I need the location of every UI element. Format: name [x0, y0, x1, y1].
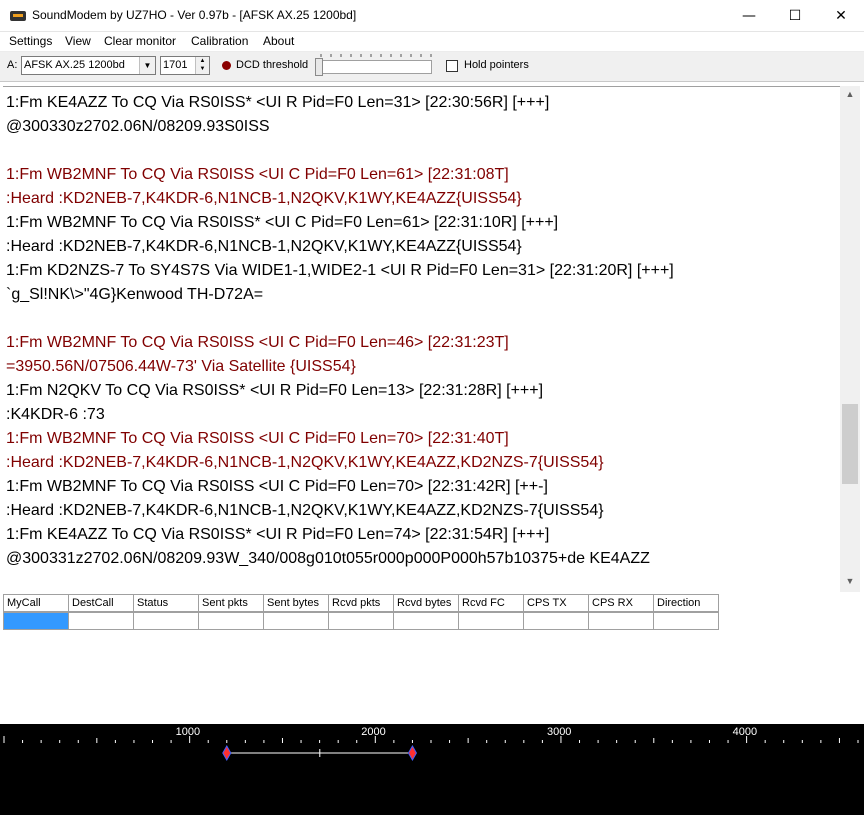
menu-clear-monitor[interactable]: Clear monitor — [104, 34, 176, 48]
waterfall-freq-label: 1000 — [175, 726, 201, 738]
table-cell[interactable] — [198, 612, 264, 630]
modem-mode-select[interactable]: AFSK AX.25 1200bd ▼ — [21, 56, 156, 75]
title-bar[interactable]: SoundModem by UZ7HO - Ver 0.97b - [AFSK … — [0, 0, 864, 32]
monitor-line: @300331z2702.06N/08209.93W_340/008g010t0… — [6, 550, 650, 567]
column-header-sent-bytes[interactable]: Sent bytes — [263, 594, 329, 612]
monitor-line: =3950.56N/07506.44W-73' Via Satellite {U… — [6, 358, 356, 375]
table-cell[interactable] — [458, 612, 524, 630]
monitor-line: 1:Fm KD2NZS-7 To SY4S7S Via WIDE1-1,WIDE… — [6, 262, 674, 279]
monitor-line — [6, 139, 836, 163]
monitor-line: :Heard :KD2NEB-7,K4KDR-6,N1NCB-1,N2QKV,K… — [6, 190, 522, 207]
dcd-threshold-slider-track[interactable] — [320, 60, 432, 74]
monitor-line: `g_Sl!NK\>"4G}Kenwood TH-D72A= — [6, 286, 264, 303]
column-header-destcall[interactable]: DestCall — [68, 594, 134, 612]
column-header-mycall[interactable]: MyCall — [3, 594, 69, 612]
table-cell[interactable] — [523, 612, 589, 630]
monitor-line: 1:Fm WB2MNF To CQ Via RS0ISS* <UI C Pid=… — [6, 214, 559, 231]
monitor-line: 1:Fm WB2MNF To CQ Via RS0ISS <UI C Pid=F… — [6, 166, 509, 183]
column-header-direction[interactable]: Direction — [653, 594, 719, 612]
menu-bar: Settings View Clear monitor Calibration … — [0, 32, 864, 52]
waterfall-display[interactable]: 1000 2000 3000 4000 — [0, 724, 864, 815]
modem-mode-value: AFSK AX.25 1200bd — [24, 59, 125, 71]
hold-pointers-label: Hold pointers — [464, 59, 529, 71]
waterfall-freq-label: 3000 — [546, 726, 572, 738]
monitor-line: 1:Fm N2QKV To CQ Via RS0ISS* <UI R Pid=F… — [6, 382, 544, 399]
table-cell[interactable] — [588, 612, 654, 630]
column-header-rcvd-fc[interactable]: Rcvd FC — [458, 594, 524, 612]
monitor-line: :Heard :KD2NEB-7,K4KDR-6,N1NCB-1,N2QKV,K… — [6, 502, 604, 519]
scroll-up-icon[interactable]: ▲ — [840, 86, 860, 103]
chevron-down-icon[interactable]: ▼ — [139, 57, 155, 74]
soundmodem-app-icon — [10, 11, 26, 21]
waterfall-freq-label: 2000 — [361, 726, 386, 738]
monitor-line: :K4KDR-6 :73 — [6, 406, 105, 423]
monitor-line: 1:Fm KE4AZZ To CQ Via RS0ISS* <UI R Pid=… — [6, 526, 550, 543]
menu-calibration[interactable]: Calibration — [191, 34, 248, 48]
window-title: SoundModem by UZ7HO - Ver 0.97b - [AFSK … — [32, 8, 357, 22]
monitor-line — [6, 307, 836, 331]
table-cell[interactable] — [328, 612, 394, 630]
center-freq-stepper[interactable]: 1701 ▲ ▼ — [160, 56, 210, 75]
monitor-line: 1:Fm WB2MNF To CQ Via RS0ISS <UI C Pid=F… — [6, 430, 509, 447]
space-tone-marker[interactable] — [407, 744, 418, 762]
dcd-threshold-label: DCD threshold — [236, 59, 309, 71]
monitor-line: 1:Fm WB2MNF To CQ Via RS0ISS <UI C Pid=F… — [6, 478, 548, 495]
monitor-line: :Heard :KD2NEB-7,K4KDR-6,N1NCB-1,N2QKV,K… — [6, 238, 522, 255]
monitor-line: 1:Fm WB2MNF To CQ Via RS0ISS <UI C Pid=F… — [6, 334, 509, 351]
dcd-indicator-icon — [222, 61, 231, 70]
scroll-down-icon[interactable]: ▼ — [840, 573, 860, 590]
column-header-rcvd-pkts[interactable]: Rcvd pkts — [328, 594, 394, 612]
menu-view[interactable]: View — [65, 34, 91, 48]
column-header-cps-tx[interactable]: CPS TX — [523, 594, 589, 612]
monitor-line: @300330z2702.06N/08209.93S0ISS — [6, 118, 270, 135]
scrollbar-thumb[interactable] — [842, 404, 858, 484]
monitor-scrollbar[interactable]: ▲ ▼ — [840, 86, 860, 592]
mark-tone-marker[interactable] — [222, 744, 232, 762]
menu-about[interactable]: About — [263, 34, 294, 48]
column-header-cps-rx[interactable]: CPS RX — [588, 594, 654, 612]
spin-arrows-icon[interactable]: ▲ ▼ — [195, 57, 209, 74]
close-button[interactable]: ✕ — [818, 0, 864, 32]
column-header-sent-pkts[interactable]: Sent pkts — [198, 594, 264, 612]
hold-pointers-checkbox[interactable] — [446, 60, 458, 72]
center-freq-value: 1701 — [163, 59, 188, 71]
table-cell[interactable] — [393, 612, 459, 630]
column-header-status[interactable]: Status — [133, 594, 199, 612]
connections-table: MyCall DestCall Status Sent pkts Sent bytes R… — [3, 594, 719, 632]
minimize-button[interactable]: — — [726, 0, 772, 32]
channel-label: A: — [7, 59, 18, 71]
table-cell[interactable] — [653, 612, 719, 630]
monitor-line: :Heard :KD2NEB-7,K4KDR-6,N1NCB-1,N2QKV,K… — [6, 454, 604, 471]
dcd-threshold-slider-thumb[interactable] — [315, 58, 323, 76]
monitor-pane[interactable]: 1:Fm KE4AZZ To CQ Via RS0ISS* <UI R Pid=… — [3, 86, 860, 592]
table-cell[interactable] — [3, 612, 69, 630]
table-cell[interactable] — [68, 612, 134, 630]
menu-settings[interactable]: Settings — [9, 34, 52, 48]
table-cell[interactable] — [133, 612, 199, 630]
table-cell[interactable] — [263, 612, 329, 630]
waterfall-freq-label: 4000 — [732, 726, 758, 738]
column-header-rcvd-bytes[interactable]: Rcvd bytes — [393, 594, 459, 612]
monitor-lines: 1:Fm KE4AZZ To CQ Via RS0ISS* <UI R Pid=… — [6, 91, 836, 571]
maximize-button[interactable]: ☐ — [772, 0, 818, 32]
monitor-line: 1:Fm KE4AZZ To CQ Via RS0ISS* <UI R Pid=… — [6, 94, 550, 111]
